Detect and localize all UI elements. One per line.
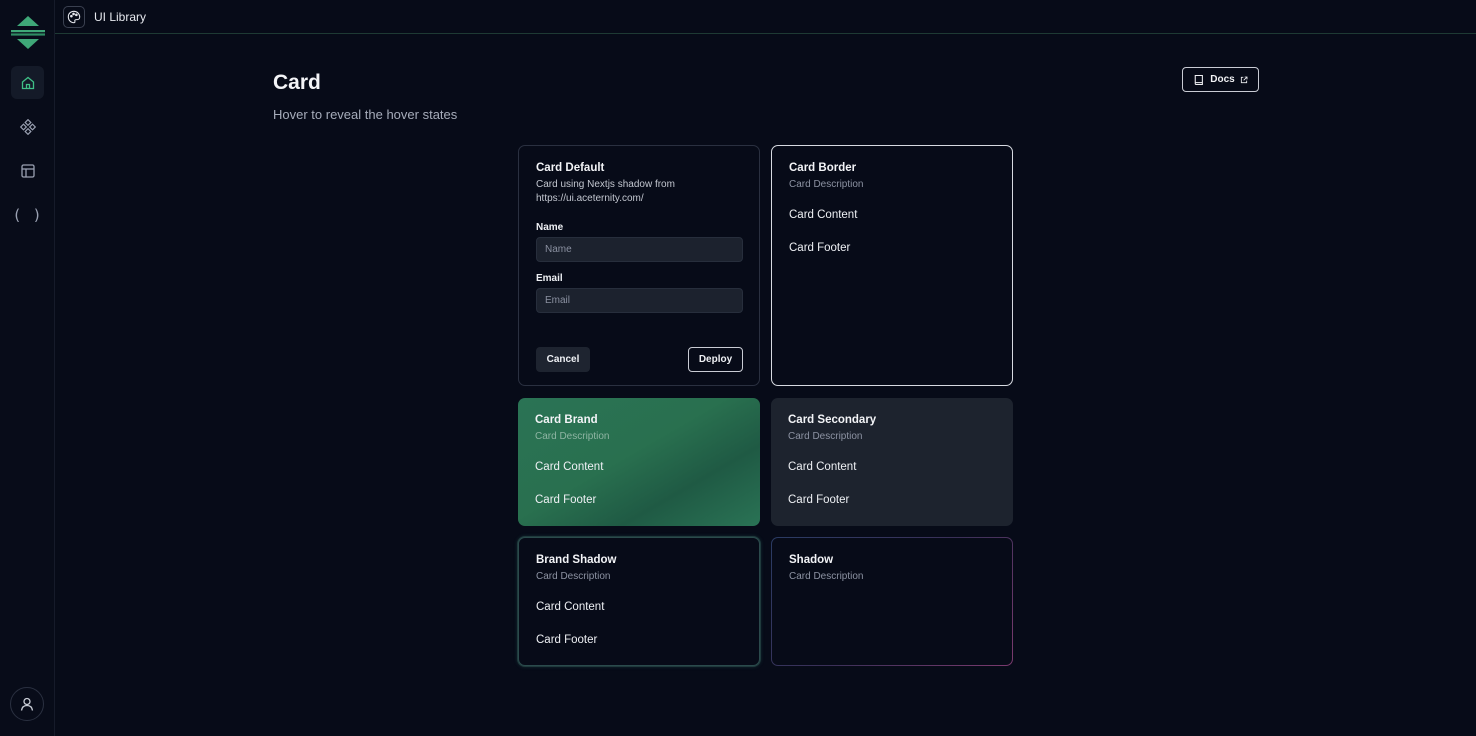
card-brand[interactable]: Card Brand Card Description Card Content… — [518, 398, 760, 526]
docs-label: Docs — [1210, 74, 1235, 85]
name-input[interactable] — [536, 237, 743, 262]
user-icon — [20, 697, 34, 711]
card-description: Card Description — [789, 179, 864, 190]
card-default: Card Default Card using Nextjs shadow fr… — [518, 145, 760, 386]
cancel-button[interactable]: Cancel — [536, 347, 590, 372]
card-footer: Card Footer — [789, 242, 851, 254]
card-footer: Card Footer — [536, 634, 598, 646]
card-description: Card Description — [535, 431, 610, 442]
home-icon — [21, 76, 34, 89]
card-content: Card Content — [535, 461, 604, 473]
sidebar-item-code[interactable]: ( ) — [11, 198, 44, 231]
page-subtitle: Hover to reveal the hover states — [273, 107, 458, 122]
card-description: Card Description — [789, 571, 864, 582]
book-icon — [1194, 74, 1204, 85]
logo[interactable] — [10, 14, 46, 52]
page-title: Card — [273, 71, 321, 94]
card-description: Card using Nextjs shadow from https://ui… — [536, 179, 675, 204]
card-secondary[interactable]: Card Secondary Card Description Card Con… — [771, 398, 1013, 526]
card-content: Card Content — [789, 209, 858, 221]
sidebar-item-home[interactable] — [11, 66, 44, 99]
user-avatar[interactable] — [10, 687, 44, 721]
card-border[interactable]: Card Border Card Description Card Conten… — [771, 145, 1013, 386]
layout-icon — [20, 163, 35, 178]
card-description: Card Description — [536, 571, 611, 582]
name-label: Name — [536, 222, 564, 233]
docs-button[interactable]: Docs — [1182, 67, 1259, 92]
card-shadow[interactable]: Shadow Card Description — [771, 537, 1013, 666]
app-title: UI Library — [94, 10, 147, 24]
external-link-icon — [1240, 76, 1248, 83]
card-title: Card Border — [789, 162, 857, 174]
card-brand-shadow[interactable]: Brand Shadow Card Description Card Conte… — [518, 537, 760, 666]
parentheses-icon: ( ) — [12, 205, 43, 224]
card-title: Card Brand — [535, 414, 598, 426]
card-title: Shadow — [789, 554, 834, 566]
card-content: Card Content — [788, 461, 857, 473]
email-label: Email — [536, 273, 563, 284]
top-bar: UI Library — [55, 0, 1476, 34]
components-icon — [19, 118, 36, 135]
card-footer: Card Footer — [535, 494, 597, 506]
card-title: Card Secondary — [788, 414, 877, 426]
palette-icon[interactable] — [63, 6, 85, 28]
sidebar-item-components[interactable] — [11, 110, 44, 143]
card-description: Card Description — [788, 431, 863, 442]
email-input[interactable] — [536, 288, 743, 313]
card-footer: Card Footer — [788, 494, 850, 506]
card-content: Card Content — [536, 601, 605, 613]
card-title: Card Default — [536, 162, 605, 174]
deploy-button[interactable]: Deploy — [688, 347, 743, 372]
card-title: Brand Shadow — [536, 554, 617, 566]
sidebar-item-layout[interactable] — [11, 154, 44, 187]
sidebar: ( ) — [0, 0, 55, 736]
